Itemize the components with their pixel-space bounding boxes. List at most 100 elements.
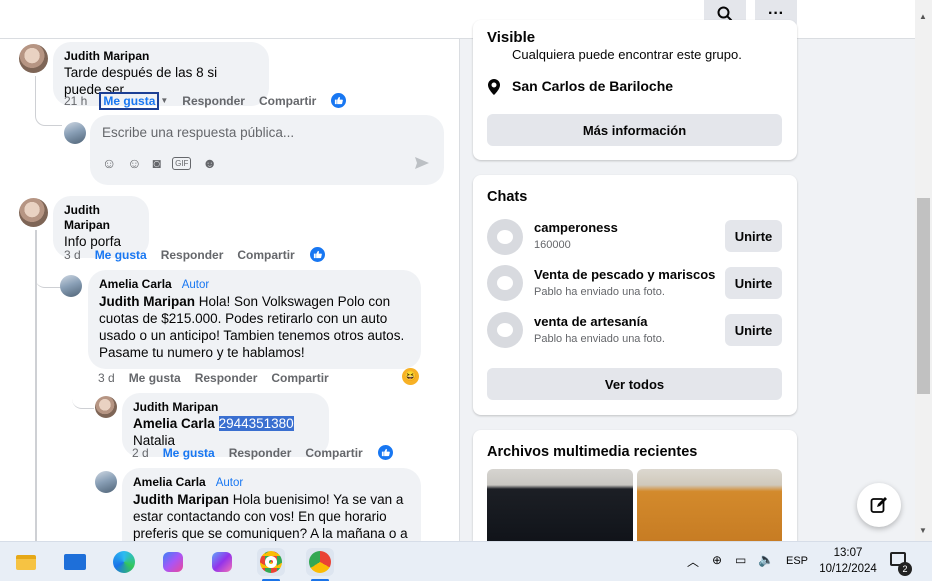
avatar[interactable] (19, 44, 48, 73)
clock-date: 10/12/2024 (819, 563, 877, 575)
send-icon[interactable] (414, 156, 430, 170)
sticker-icon[interactable]: ☻ (202, 155, 217, 171)
notification-count: 2 (898, 562, 912, 576)
comment-author[interactable]: Judith Maripan (64, 49, 257, 64)
thread-line (35, 254, 61, 288)
selected-phone-number[interactable]: 2944351380 (218, 416, 294, 431)
join-chat-button[interactable]: Unirte (725, 220, 782, 252)
mention[interactable]: Judith Maripan (99, 294, 195, 309)
media-thumbnail[interactable] (487, 469, 633, 541)
comment-actions: 21 h Me gusta ▼ Responder Compartir (64, 91, 348, 110)
like-button[interactable]: Me gusta (99, 91, 160, 110)
avatar[interactable] (60, 275, 82, 297)
avatar[interactable] (19, 198, 48, 227)
reply-actions: 2 d Me gusta Responder Compartir (132, 444, 394, 461)
like-button[interactable]: Me gusta (129, 371, 181, 385)
chat-avatar[interactable] (487, 312, 523, 348)
comment-time[interactable]: 3 d (64, 248, 81, 262)
share-button[interactable]: Compartir (271, 371, 328, 385)
reply-button[interactable]: Responder (161, 248, 224, 262)
media-thumbnail[interactable] (637, 469, 782, 541)
comment-actions: 3 d Me gusta Responder Compartir (64, 246, 326, 263)
scrollbar-thumb[interactable] (917, 198, 930, 394)
about-location[interactable]: San Carlos de Bariloche (512, 78, 673, 94)
share-button[interactable]: Compartir (237, 248, 294, 262)
file-explorer-icon[interactable] (12, 548, 40, 576)
scroll-up-arrow-icon[interactable]: ▲ (919, 12, 927, 21)
see-all-chats-button[interactable]: Ver todos (487, 368, 782, 400)
haha-reaction-icon[interactable]: 😆 (402, 368, 419, 385)
share-button[interactable]: Compartir (305, 446, 362, 460)
reply-author-row: Amelia Carla Autor (99, 277, 409, 293)
mention[interactable]: Judith Maripan (133, 492, 229, 507)
chat-avatar[interactable] (487, 265, 523, 301)
chat-avatar[interactable] (487, 219, 523, 255)
reply-author[interactable]: Judith Maripan (133, 400, 317, 415)
new-message-button[interactable] (857, 483, 901, 527)
copilot-icon[interactable] (208, 548, 236, 576)
like-reaction-icon[interactable] (330, 92, 348, 109)
thread-line (72, 301, 94, 409)
media-title: Archivos multimedia recientes (487, 444, 698, 460)
reply-box[interactable]: Escribe una respuesta pública... ☺ ☺ ◙ G… (90, 115, 444, 185)
avatar[interactable] (95, 471, 117, 493)
taskbar: ︿ ⊕ ▭ 🔈 ESP 13:07 10/12/2024 2 (0, 541, 932, 581)
chats-card: Chats camperoness 160000 Unirte Venta de… (473, 175, 797, 415)
like-reaction-icon[interactable] (308, 246, 326, 263)
battery-icon[interactable]: ▭ (735, 553, 746, 567)
reply-placeholder[interactable]: Escribe una respuesta pública... (102, 125, 294, 140)
chat-name[interactable]: venta de artesanía (534, 314, 647, 329)
chrome-icon[interactable] (257, 548, 285, 576)
like-reaction-icon[interactable] (376, 444, 394, 461)
camera-icon[interactable]: ◙ (153, 155, 161, 171)
reply-button[interactable]: Responder (182, 94, 245, 108)
chat-bubble-icon (497, 230, 513, 244)
clock[interactable]: 13:07 10/12/2024 (818, 545, 878, 577)
join-chat-button[interactable]: Unirte (725, 314, 782, 346)
mention[interactable]: Amelia Carla (133, 416, 215, 431)
webcam-icon[interactable]: ⊕ (712, 553, 722, 567)
ellipsis-icon: ··· (768, 5, 784, 22)
reply-time[interactable]: 2 d (132, 446, 149, 460)
gif-icon[interactable]: GIF (172, 157, 192, 170)
reply-button[interactable]: Responder (195, 371, 258, 385)
reply-author[interactable]: Amelia Carla (133, 475, 206, 489)
about-card: Visible Cualquiera puede encontrar este … (473, 20, 797, 160)
clock-time: 13:07 (833, 547, 863, 559)
like-button[interactable]: Me gusta (95, 248, 147, 262)
chevron-up-icon[interactable]: ︿ (687, 553, 699, 570)
more-info-button[interactable]: Más información (487, 114, 782, 146)
scrollbar[interactable]: ▲ ▼ (915, 0, 932, 541)
share-button[interactable]: Compartir (259, 94, 316, 108)
chrome-profile-icon[interactable] (306, 548, 334, 576)
comment-time[interactable]: 21 h (64, 94, 87, 108)
comment-author[interactable]: Judith Maripan (64, 203, 137, 233)
reply-author[interactable]: Amelia Carla (99, 277, 172, 291)
chat-sub: Pablo ha enviado una foto. (534, 333, 665, 345)
chat-sub: Pablo ha enviado una foto. (534, 286, 665, 298)
mail-icon[interactable] (61, 548, 89, 576)
reply-time[interactable]: 3 d (98, 371, 115, 385)
reply-bubble: Amelia Carla Autor Judith Maripan Hola! S… (88, 270, 421, 369)
my-avatar[interactable] (64, 122, 86, 144)
chat-name[interactable]: camperoness (534, 220, 618, 235)
reply-button[interactable]: Responder (229, 446, 292, 460)
like-button[interactable]: Me gusta (163, 446, 215, 460)
media-card: Archivos multimedia recientes (473, 430, 797, 541)
join-chat-button[interactable]: Unirte (725, 267, 782, 299)
copilot-icon[interactable] (159, 548, 187, 576)
chat-name[interactable]: Venta de pescado y mariscos (534, 267, 715, 282)
chat-sub: 160000 (534, 239, 571, 251)
comments-panel: Judith Maripan Tarde después de las 8 si… (0, 39, 460, 541)
author-badge: Autor (215, 477, 244, 489)
volume-icon[interactable]: 🔈 (758, 552, 774, 568)
avatar[interactable] (95, 396, 117, 418)
author-badge: Autor (181, 279, 210, 291)
edge-icon[interactable] (110, 548, 138, 576)
chevron-down-icon[interactable]: ▼ (160, 96, 168, 105)
reply-bubble: Amelia Carla Autor Judith Maripan Hola bu… (122, 468, 421, 541)
scroll-down-arrow-icon[interactable]: ▼ (919, 526, 927, 535)
emoji-icon[interactable]: ☺ (127, 155, 141, 171)
language-indicator[interactable]: ESP (786, 555, 808, 567)
avatar-sticker-icon[interactable]: ☺ (102, 155, 116, 171)
